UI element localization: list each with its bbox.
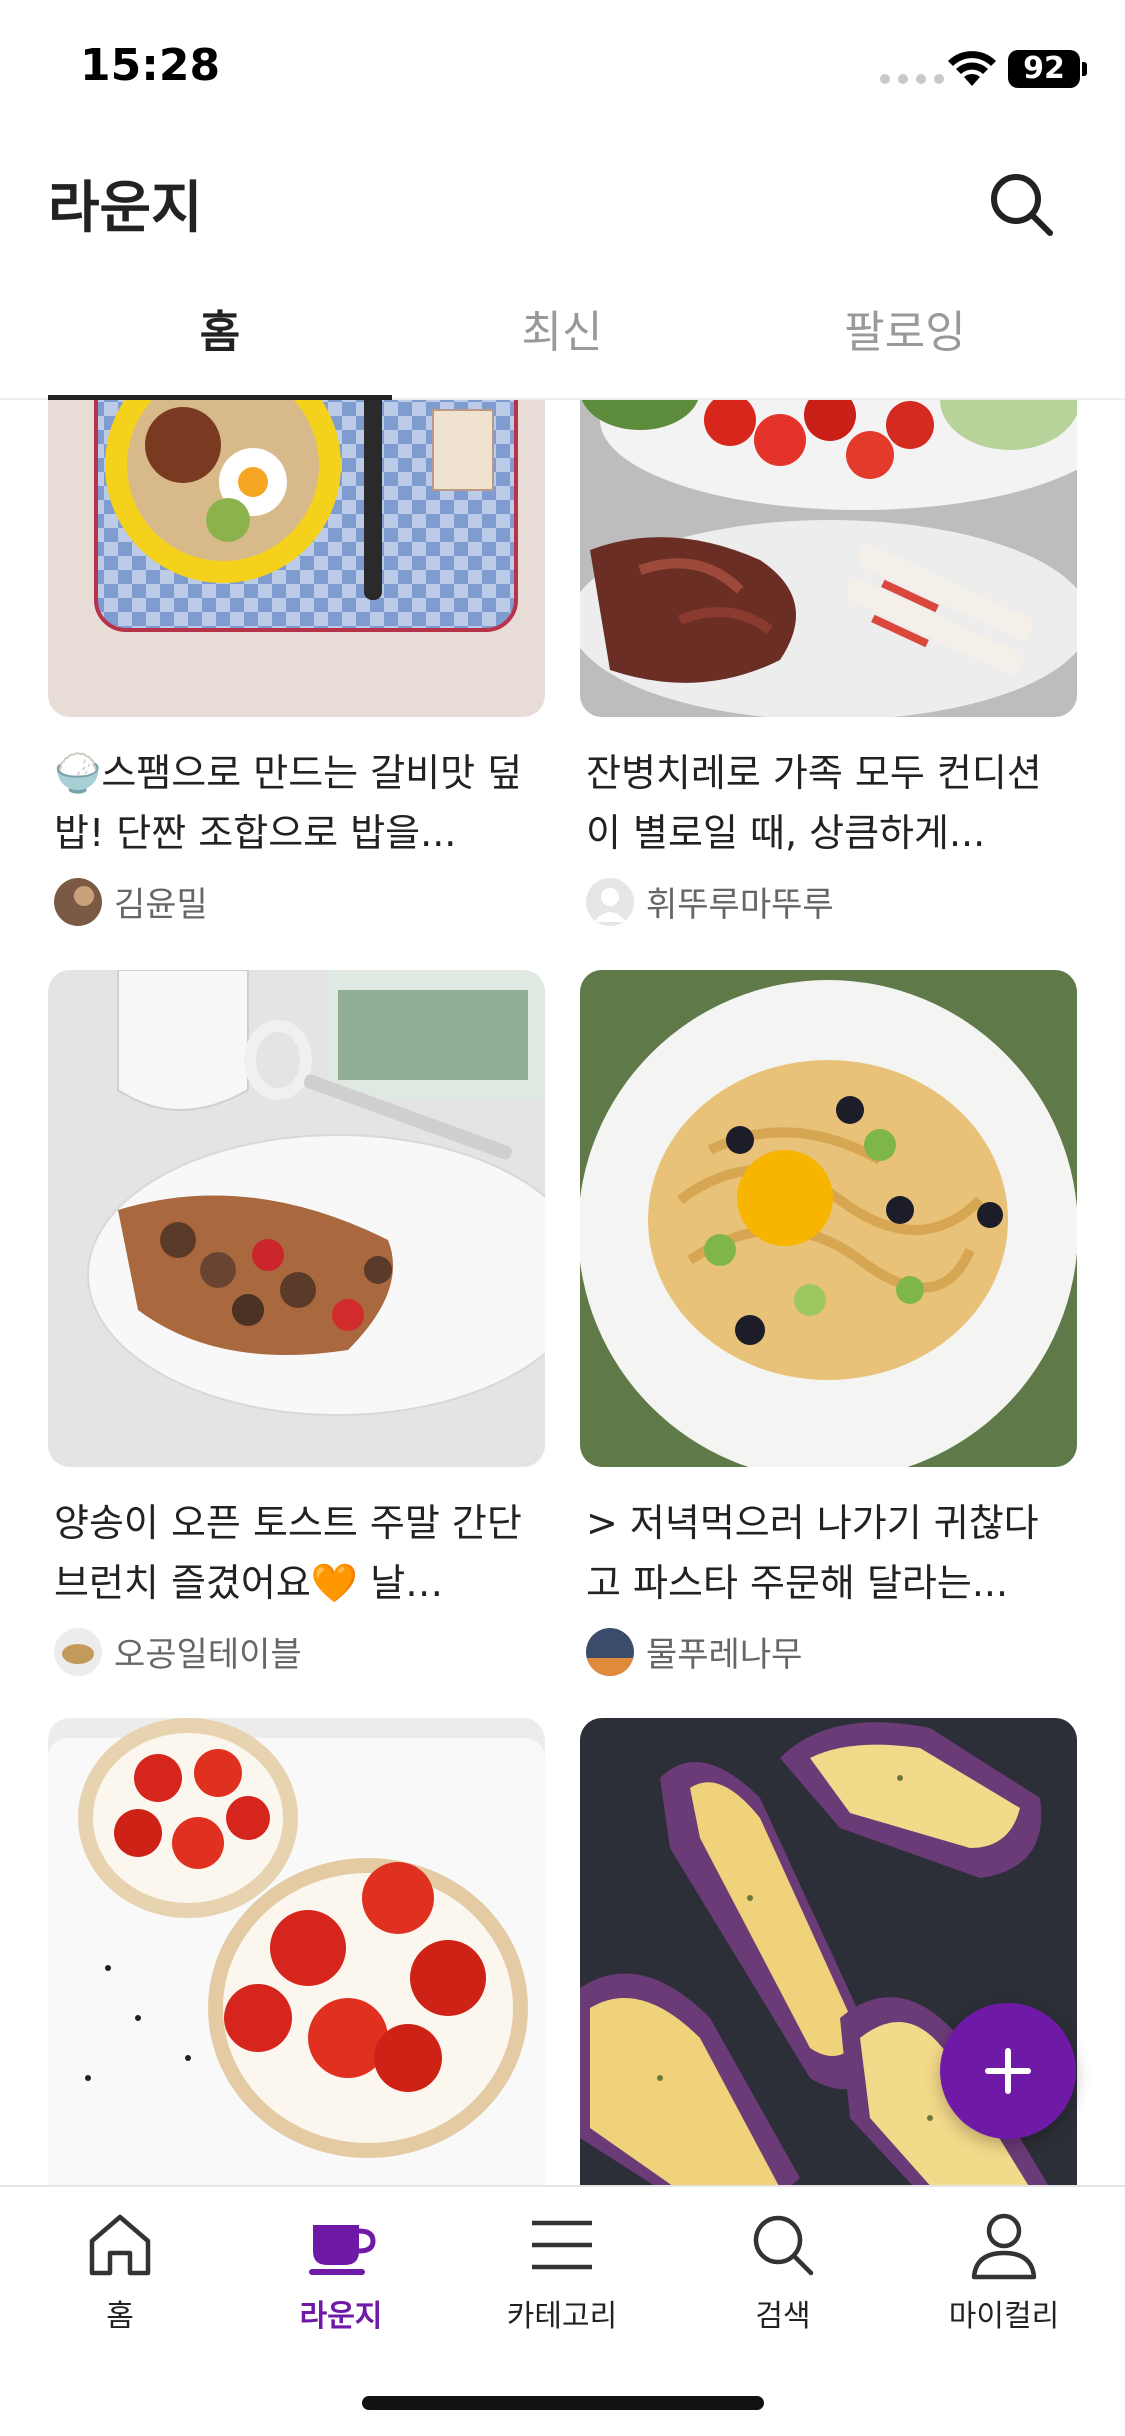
card-author[interactable]: 김윤밀 xyxy=(48,877,545,926)
card-thumbnail[interactable] xyxy=(580,400,1077,717)
card-author[interactable]: 오공일테이블 xyxy=(48,1627,545,1676)
card-author[interactable]: 물푸레나무 xyxy=(580,1627,1077,1676)
nav-label: 라운지 xyxy=(299,2299,383,2334)
tab-following[interactable]: 팔로잉 xyxy=(733,275,1077,400)
status-time: 15:28 xyxy=(80,40,221,91)
nav-home[interactable]: 홈 xyxy=(20,2207,220,2357)
tab-latest[interactable]: 최신 xyxy=(390,275,734,400)
card-author[interactable]: 휘뚜루마뚜루 xyxy=(580,877,1077,926)
write-post-button[interactable] xyxy=(940,2003,1076,2139)
battery-tip xyxy=(1082,62,1087,76)
card-thumbnail[interactable] xyxy=(48,400,545,717)
feed-card[interactable] xyxy=(48,1718,545,2185)
feed-card[interactable]: > 저녁먹으러 나가기 귀찮다고 파스타 주문해 달라는... 물푸레나무 xyxy=(580,970,1077,1676)
header: 라운지 xyxy=(0,135,1125,265)
search-icon xyxy=(753,2215,814,2276)
feed-card[interactable]: 양송이 오픈 토스트 주말 간단 브런치 즐겼어요🧡 날… 오공일테이블 xyxy=(48,970,545,1676)
search-icon[interactable] xyxy=(982,165,1062,245)
nav-label: 마이컬리 xyxy=(948,2299,1060,2334)
nav-label: 홈 xyxy=(106,2299,134,2334)
tab-home[interactable]: 홈 xyxy=(48,275,392,400)
tab-bar: 홈 최신 팔로잉 xyxy=(0,275,1125,400)
avatar xyxy=(54,1627,102,1676)
card-title[interactable]: 잔병치레로 가족 모두 컨디션이 별로일 때, 상큼하게... xyxy=(580,743,1077,863)
card-title[interactable]: 양송이 오픈 토스트 주말 간단 브런치 즐겼어요🧡 날… xyxy=(48,1493,545,1613)
card-thumbnail[interactable] xyxy=(48,1718,545,2185)
page-title: 라운지 xyxy=(48,176,203,241)
avatar xyxy=(586,1627,634,1676)
card-thumbnail[interactable] xyxy=(580,970,1077,1467)
author-name: 김윤밀 xyxy=(114,885,208,925)
wifi-icon xyxy=(948,51,996,86)
cup-icon xyxy=(309,2225,376,2275)
card-title[interactable]: > 저녁먹으러 나가기 귀찮다고 파스타 주문해 달라는... xyxy=(580,1493,1077,1613)
nav-label: 카테고리 xyxy=(506,2299,618,2334)
avatar xyxy=(586,877,634,926)
author-name: 휘뚜루마뚜루 xyxy=(646,885,834,925)
home-indicator[interactable] xyxy=(362,2396,764,2410)
author-name: 물푸레나무 xyxy=(646,1635,803,1675)
status-bar: 15:28 92 xyxy=(0,0,1125,135)
menu-icon xyxy=(532,2220,592,2270)
card-thumbnail[interactable] xyxy=(48,970,545,1467)
avatar xyxy=(54,877,102,926)
author-name: 오공일테이블 xyxy=(114,1635,302,1675)
screen: 15:28 92 라운지 홈 최신 팔로잉 🍚스팸으로 만드는 갈비맛 덮밥! … xyxy=(0,0,1125,2436)
nav-label: 검색 xyxy=(755,2299,811,2334)
nav-mykurly[interactable]: 마이컬리 xyxy=(904,2207,1104,2357)
home-icon xyxy=(89,2214,151,2276)
battery-icon: 92 xyxy=(1008,50,1080,88)
cellular-signal-icon xyxy=(880,74,944,84)
nav-category[interactable]: 카테고리 xyxy=(462,2207,662,2357)
feed[interactable]: 🍚스팸으로 만드는 갈비맛 덮밥! 단짠 조합으로 밥을... 김윤밀 잔병치레… xyxy=(0,400,1125,2185)
plus-icon xyxy=(985,2048,1031,2094)
person-icon xyxy=(971,2213,1037,2280)
nav-search[interactable]: 검색 xyxy=(683,2207,883,2357)
card-title[interactable]: 🍚스팸으로 만드는 갈비맛 덮밥! 단짠 조합으로 밥을... xyxy=(48,743,545,863)
feed-card[interactable]: 잔병치레로 가족 모두 컨디션이 별로일 때, 상큼하게... 휘뚜루마뚜루 xyxy=(580,400,1077,926)
nav-lounge[interactable]: 라운지 xyxy=(241,2207,441,2357)
feed-card[interactable]: 🍚스팸으로 만드는 갈비맛 덮밥! 단짠 조합으로 밥을... 김윤밀 xyxy=(48,400,545,926)
